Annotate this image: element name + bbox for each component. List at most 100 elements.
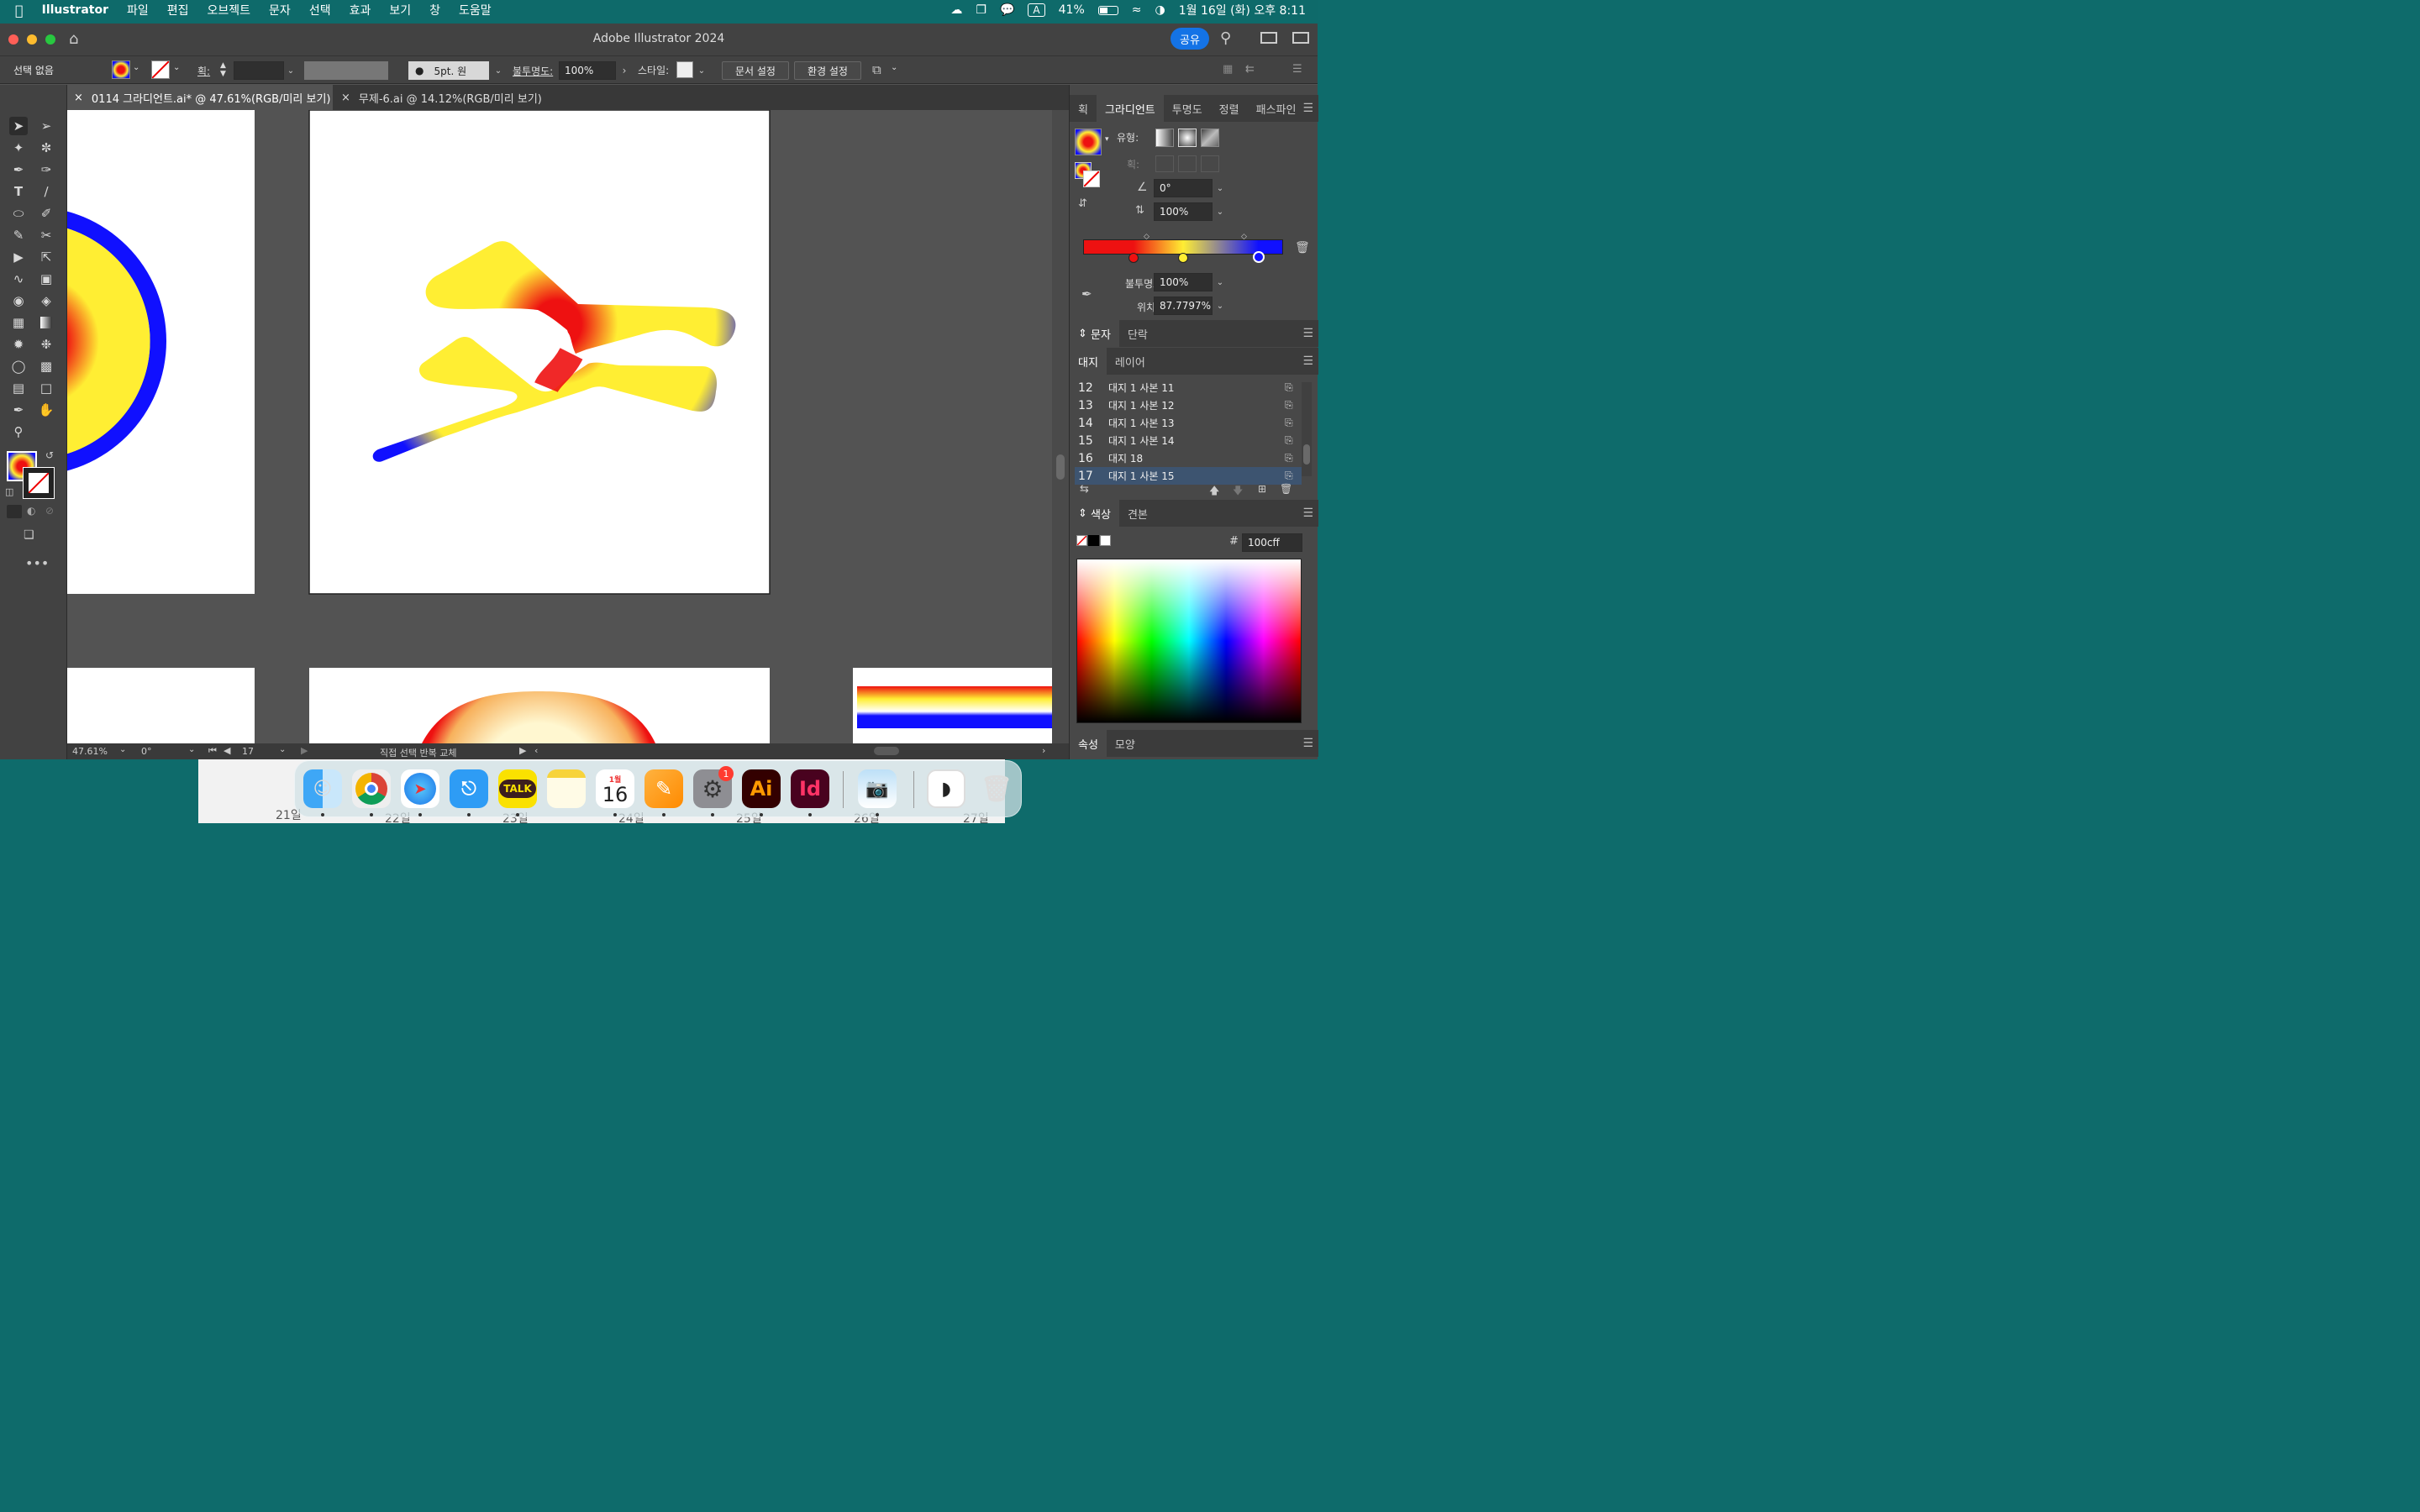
- window-icon[interactable]: ❐: [976, 3, 986, 17]
- artboard-name[interactable]: 대지 1 사본 15: [1108, 469, 1285, 483]
- move-down-icon[interactable]: 🡇: [1233, 483, 1243, 501]
- stroke-weight-input[interactable]: [234, 61, 284, 80]
- direct-selection-tool-icon[interactable]: ➢: [37, 117, 55, 135]
- artboard-options-icon[interactable]: ⎘: [1285, 381, 1302, 394]
- gradient-mode-icon[interactable]: ◐: [27, 505, 35, 517]
- opacity-label[interactable]: 불투명도:: [513, 64, 553, 78]
- artboard-name[interactable]: 대지 1 사본 12: [1108, 398, 1285, 412]
- app-menu[interactable]: Illustrator: [42, 3, 108, 17]
- midpoint-diamond[interactable]: ◇: [1144, 233, 1150, 241]
- next-artboard-icon[interactable]: ▶: [301, 745, 308, 756]
- scroll-thumb[interactable]: [1303, 444, 1310, 465]
- menu-edit[interactable]: 편집: [167, 2, 189, 18]
- magic-wand-icon[interactable]: ✦: [9, 139, 28, 157]
- menu-window[interactable]: 창: [429, 2, 440, 18]
- keynote-icon[interactable]: ⎋: [450, 769, 488, 808]
- gradient-preview-swatch[interactable]: [1075, 129, 1102, 155]
- safari-icon[interactable]: ➤: [401, 769, 439, 808]
- menu-icon[interactable]: ☰: [1292, 63, 1302, 76]
- chevron-down-icon[interactable]: ⌄: [1213, 273, 1228, 291]
- default-colors-icon[interactable]: ◫: [5, 486, 13, 497]
- gradient-stop[interactable]: [1128, 253, 1139, 263]
- gradient-stop[interactable]: [1253, 251, 1265, 263]
- aspect-ratio-input[interactable]: 100%: [1154, 202, 1213, 221]
- chevron-down-icon[interactable]: ⌄: [1213, 179, 1228, 197]
- angle-input[interactable]: 0°: [1154, 179, 1213, 197]
- gradient-tool-icon[interactable]: [37, 313, 55, 332]
- free-transform-icon[interactable]: ▣: [37, 270, 55, 288]
- hand-tool-icon[interactable]: ✋: [37, 401, 55, 419]
- artboard-row[interactable]: 17 대지 1 사본 15 ⎘: [1075, 467, 1302, 485]
- reverse-gradient-icon[interactable]: ⇵: [1078, 197, 1087, 210]
- tab-layers[interactable]: 레이어: [1107, 348, 1154, 375]
- color-spectrum[interactable]: [1076, 559, 1302, 723]
- linear-gradient-button[interactable]: [1155, 129, 1174, 147]
- stroke-gradient-across-icon[interactable]: [1201, 155, 1219, 172]
- line-tool-icon[interactable]: ∕: [37, 182, 55, 201]
- stop-location-input[interactable]: 87.7797%: [1154, 297, 1213, 315]
- scroll-left-icon[interactable]: ‹: [534, 745, 538, 756]
- reflect-tool-icon[interactable]: ▶: [9, 248, 28, 266]
- zoom-level[interactable]: 47.61%: [72, 746, 108, 757]
- trash-icon[interactable]: 🗑: [977, 769, 1016, 808]
- chrome-icon[interactable]: [352, 769, 391, 808]
- align-icon[interactable]: ▦: [1223, 63, 1233, 76]
- artboards-scrollbar[interactable]: [1302, 382, 1312, 476]
- preferences-button[interactable]: 환경 설정: [794, 61, 861, 80]
- tab-swatches[interactable]: 견본: [1119, 500, 1156, 527]
- canvas-area[interactable]: [67, 110, 1052, 743]
- hex-input[interactable]: 100cff: [1242, 533, 1302, 552]
- menu-help[interactable]: 도움말: [459, 2, 492, 18]
- apple-icon[interactable]: : [15, 3, 24, 18]
- arrange-documents-icon[interactable]: ⧉: [872, 62, 881, 77]
- tab-pathfinder[interactable]: 패스파인: [1248, 95, 1305, 122]
- stroke-color-box[interactable]: [23, 467, 55, 499]
- stroke-gradient-along-icon[interactable]: [1178, 155, 1197, 172]
- panel-menu-icon[interactable]: ☰: [1302, 507, 1313, 520]
- artboard-number[interactable]: 17: [242, 746, 254, 757]
- tab-character[interactable]: ⇕ 문자: [1070, 320, 1119, 347]
- menu-file[interactable]: 파일: [127, 2, 149, 18]
- artboard-row[interactable]: 14 대지 1 사본 13 ⎘: [1075, 414, 1302, 432]
- artboard-options-icon[interactable]: ⎘: [1285, 399, 1302, 412]
- stroke-indicator[interactable]: [1083, 171, 1100, 187]
- chevron-right-icon[interactable]: ›: [617, 61, 632, 80]
- linear-gradient-band[interactable]: [857, 686, 1052, 728]
- tab-color[interactable]: ⇕ 색상: [1070, 500, 1119, 527]
- scroll-right-icon[interactable]: ›: [1042, 745, 1045, 756]
- artboard-name[interactable]: 대지 1 사본 13: [1108, 416, 1285, 430]
- menu-effect[interactable]: 효과: [350, 2, 371, 18]
- creative-cloud-icon[interactable]: ☁: [950, 3, 962, 17]
- move-up-icon[interactable]: 🡅: [1209, 483, 1219, 501]
- panel-toggle-icon[interactable]: [1292, 32, 1309, 44]
- chevron-down-icon[interactable]: ▾: [1105, 135, 1109, 144]
- message-icon[interactable]: 💬: [1000, 3, 1014, 17]
- artboard-options-icon[interactable]: ⎘: [1285, 452, 1302, 465]
- delete-stop-icon[interactable]: 🗑: [1295, 241, 1310, 255]
- lasso-icon[interactable]: ✼: [37, 139, 55, 157]
- eyedropper-icon[interactable]: ✒: [1081, 286, 1092, 302]
- rearrange-icon[interactable]: ⇆: [1080, 483, 1089, 496]
- pages-icon[interactable]: ✎: [644, 769, 683, 808]
- opacity-input[interactable]: 100%: [559, 61, 616, 80]
- artboard-options-icon[interactable]: ⎘: [1285, 470, 1302, 482]
- color-mode-icon[interactable]: [7, 505, 22, 518]
- none-swatch[interactable]: [1076, 535, 1087, 546]
- battery-icon[interactable]: [1097, 5, 1118, 15]
- menu-select[interactable]: 선택: [309, 2, 331, 18]
- live-paint-icon[interactable]: ◈: [37, 291, 55, 310]
- tab-paragraph[interactable]: 단락: [1119, 320, 1156, 347]
- pen-tool-icon[interactable]: ✒: [9, 160, 28, 179]
- shaper-tool-icon[interactable]: ✎: [9, 226, 28, 244]
- preview-icon[interactable]: 📷: [858, 769, 897, 808]
- graph-tool-icon[interactable]: ▤: [9, 379, 28, 397]
- artboard-tool-icon[interactable]: □: [37, 379, 55, 397]
- chevron-down-icon[interactable]: ⌄: [133, 63, 139, 72]
- panel-menu-icon[interactable]: ☰: [1302, 737, 1313, 750]
- input-source-icon[interactable]: A: [1028, 3, 1045, 17]
- tab-stroke[interactable]: 획: [1070, 95, 1097, 122]
- tab-align[interactable]: 정렬: [1211, 95, 1248, 122]
- chevron-down-icon[interactable]: ⌄: [1213, 297, 1228, 315]
- wifi-icon[interactable]: ≈: [1132, 3, 1142, 17]
- black-swatch[interactable]: [1088, 535, 1099, 546]
